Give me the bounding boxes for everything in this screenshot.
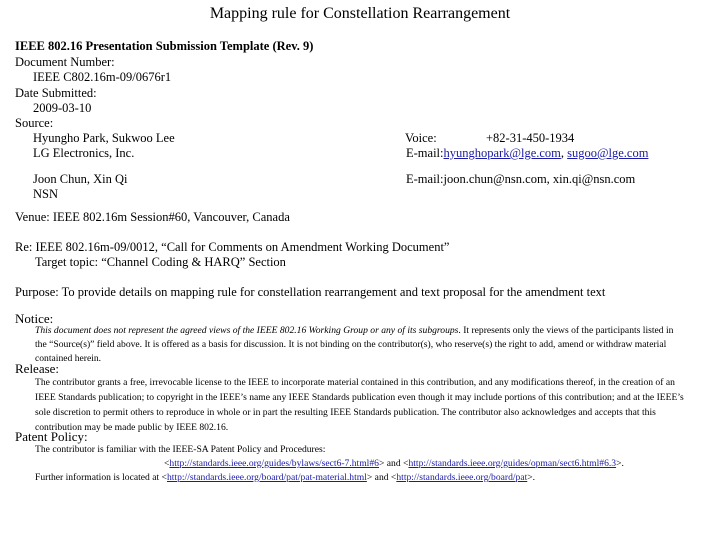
- author-names-2: Joon Chun, Xin Qi: [33, 172, 128, 186]
- and-text: > and <: [366, 472, 397, 483]
- end-text: >.: [616, 458, 624, 469]
- venue: Venue: IEEE 802.16m Session#60, Vancouve…: [15, 210, 290, 224]
- link-pat-material[interactable]: http://standards.ieee.org/board/pat/pat-…: [167, 472, 367, 483]
- link-bylaws[interactable]: http://standards.ieee.org/guides/bylaws/…: [169, 458, 379, 469]
- email-link-hyunghopark[interactable]: hyunghopark@lge.com: [444, 146, 561, 160]
- email-label: E-mail:: [406, 146, 444, 160]
- email-link-sugoo[interactable]: sugoo@lge.com: [567, 146, 648, 160]
- email-text-nsn: joon.chun@nsn.com, xin.qi@nsn.com: [443, 172, 636, 186]
- author-org-1: LG Electronics, Inc.: [33, 146, 135, 160]
- notice-line-1: This document does not represent the agr…: [35, 324, 673, 339]
- author-org-2: NSN: [33, 187, 59, 201]
- document-number-value: IEEE C802.16m-09/0676r1: [33, 70, 172, 84]
- notice-line-2: the “Source(s)” field above. It is offer…: [35, 339, 667, 350]
- email-row-1: E-mail:hyunghopark@lge.com, sugoo@lge.co…: [406, 146, 649, 160]
- re-line-1: Re: IEEE 802.16m-09/0012, “Call for Comm…: [15, 240, 450, 254]
- author-names-1: Hyungho Park, Sukwoo Lee: [33, 131, 175, 145]
- date-submitted-label: Date Submitted:: [15, 86, 97, 100]
- email-label: E-mail:: [406, 172, 444, 186]
- document-number-label: Document Number:: [15, 55, 115, 69]
- template-heading: IEEE 802.16 Presentation Submission Temp…: [15, 39, 314, 53]
- voice-label: Voice:: [405, 131, 437, 145]
- release-line-3: sole discretion to permit others to repr…: [35, 407, 656, 418]
- patent-line-2: <http://standards.ieee.org/guides/bylaws…: [164, 457, 624, 472]
- and-text: > and <: [378, 458, 409, 469]
- patent-line-3: Further information is located at <http:…: [35, 471, 535, 486]
- purpose: Purpose: To provide details on mapping r…: [15, 285, 606, 299]
- end-text: >.: [527, 472, 536, 483]
- release-line-1: The contributor grants a free, irrevocab…: [35, 377, 675, 388]
- source-label: Source:: [15, 116, 54, 130]
- re-line-2: Target topic: “Channel Coding & HARQ” Se…: [35, 255, 286, 269]
- further-text: Further information is located at <: [35, 472, 167, 483]
- patent-line-1: The contributor is familiar with the IEE…: [35, 444, 326, 455]
- date-submitted-value: 2009-03-10: [33, 101, 92, 115]
- notice-line-1-rest: . It represents only the views of the pa…: [458, 325, 674, 336]
- release-line-2: IEEE Standards publication; to copyright…: [35, 392, 684, 403]
- page-title: Mapping rule for Constellation Rearrange…: [209, 5, 511, 22]
- link-opman[interactable]: http://standards.ieee.org/guides/opman/s…: [408, 458, 616, 469]
- email-row-2: E-mail:joon.chun@nsn.com, xin.qi@nsn.com: [406, 172, 635, 187]
- voice-number: +82-31-450-1934: [486, 131, 575, 145]
- release-label: Release:: [15, 361, 60, 376]
- notice-italic: This document does not represent the agr…: [35, 325, 459, 336]
- link-board-pat[interactable]: http://standards.ieee.org/board/pat: [396, 472, 527, 483]
